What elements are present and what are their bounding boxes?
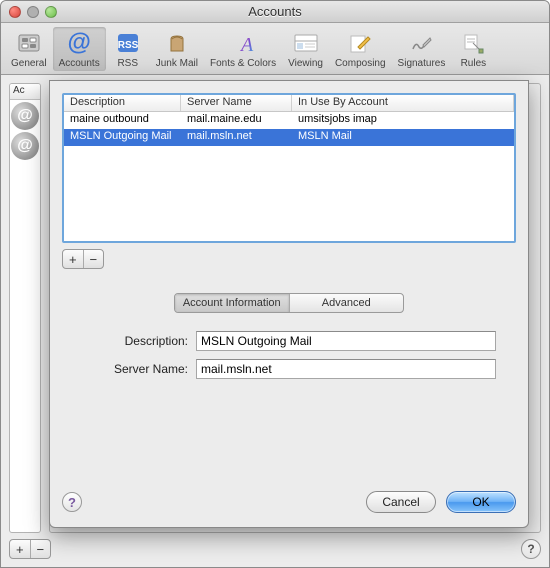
table-controls: + − [62,249,516,269]
account-icon[interactable]: @ [11,132,39,160]
account-icon[interactable]: @ [11,102,39,130]
help-button[interactable]: ? [521,539,541,559]
trash-bag-icon [162,29,192,57]
col-server-name[interactable]: Server Name [181,95,292,111]
row-description: Description: [62,331,516,351]
sidebar-header: Ac [10,84,40,100]
add-account-button[interactable]: + [10,540,31,558]
toolbar-label: Rules [461,58,487,69]
toolbar-rss[interactable]: RSS RSS [106,27,150,71]
toolbar-accounts[interactable]: @ Accounts [53,27,106,71]
toolbar-label: Accounts [59,58,100,69]
cell-server-name: mail.msln.net [181,129,292,146]
add-remove-account: + − [9,539,51,559]
zoom-window-button[interactable] [45,6,57,18]
toolbar-general[interactable]: General [5,27,53,71]
cell-server-name: mail.maine.edu [181,112,292,129]
table-row[interactable]: MSLN Outgoing Mail mail.msln.net MSLN Ma… [64,129,514,146]
switches-icon [14,29,44,57]
close-window-button[interactable] [9,6,21,18]
toolbar-fonts-colors[interactable]: A Fonts & Colors [204,27,282,71]
detail-tabs: Account Information Advanced [174,293,404,313]
rss-icon: RSS [113,29,143,57]
remove-server-button[interactable]: − [84,250,104,268]
add-remove-server: + − [62,249,104,269]
sheet-help-button[interactable]: ? [62,492,82,512]
cell-description: MSLN Outgoing Mail [64,129,181,146]
preferences-toolbar: General @ Accounts RSS RSS Junk Mail A F… [1,23,549,75]
traffic-lights [9,6,57,18]
toolbar-label: Signatures [398,58,446,69]
toolbar-label: Fonts & Colors [210,58,276,69]
svg-text:A: A [239,34,254,55]
table-header: Description Server Name In Use By Accoun… [64,95,514,112]
add-server-button[interactable]: + [63,250,84,268]
row-server-name: Server Name: [62,359,516,379]
label-server-name: Server Name: [62,362,196,376]
toolbar-viewing[interactable]: Viewing [282,27,329,71]
smtp-server-table[interactable]: Description Server Name In Use By Accoun… [62,93,516,243]
toolbar-label: Composing [335,58,386,69]
fonts-colors-icon: A [228,29,258,57]
viewing-icon [291,29,321,57]
titlebar: Accounts [1,1,549,23]
rules-icon [458,29,488,57]
sheet-button-row: ? Cancel OK [62,483,516,513]
minimize-window-button[interactable] [27,6,39,18]
accounts-window: Accounts General @ Accounts RSS RSS Junk… [0,0,550,568]
toolbar-label: Viewing [288,58,323,69]
cell-description: maine outbound [64,112,181,129]
toolbar-composing[interactable]: Composing [329,27,392,71]
pencil-paper-icon [345,29,375,57]
cell-in-use-by: MSLN Mail [292,129,514,146]
remove-account-button[interactable]: − [31,540,51,558]
at-sign-icon: @ [64,29,94,57]
toolbar-junk-mail[interactable]: Junk Mail [150,27,204,71]
accounts-sidebar: Ac @ @ [9,83,41,533]
toolbar-label: General [11,58,47,69]
tab-advanced[interactable]: Advanced [290,294,404,312]
ok-button[interactable]: OK [446,491,516,513]
window-title: Accounts [1,4,549,19]
col-description[interactable]: Description [64,95,181,111]
toolbar-rules[interactable]: Rules [451,27,495,71]
toolbar-label: Junk Mail [156,58,198,69]
tab-account-information[interactable]: Account Information [175,294,290,312]
table-row[interactable]: maine outbound mail.maine.edu umsitsjobs… [64,112,514,129]
svg-text:RSS: RSS [117,40,138,51]
cancel-button[interactable]: Cancel [366,491,436,513]
window-bottom-bar: + − ? [9,537,541,561]
server-name-input[interactable] [196,359,496,379]
smtp-server-sheet: Description Server Name In Use By Accoun… [49,80,529,528]
toolbar-label: RSS [117,58,138,69]
toolbar-signatures[interactable]: Signatures [392,27,452,71]
label-description: Description: [62,334,196,348]
content-area: Ac @ @ + − ? Description Server Name In … [1,75,549,567]
description-input[interactable] [196,331,496,351]
cell-in-use-by: umsitsjobs imap [292,112,514,129]
col-in-use-by[interactable]: In Use By Account [292,95,514,111]
signature-icon [406,29,436,57]
